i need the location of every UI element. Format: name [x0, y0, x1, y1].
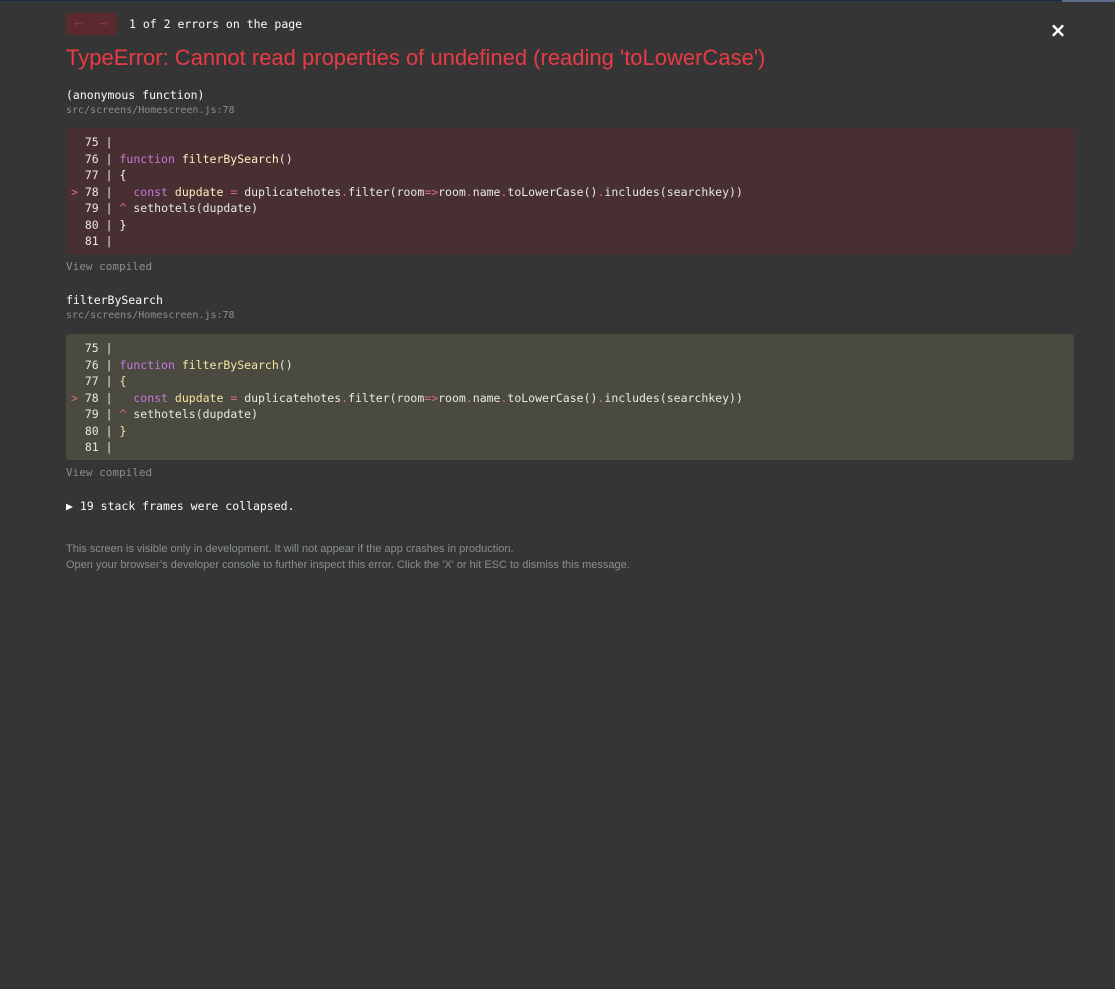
top-border-accent	[1062, 0, 1115, 2]
arrow-left-icon: ←	[73, 17, 84, 30]
line-marker	[71, 341, 85, 355]
error-title: TypeError: Cannot read properties of und…	[66, 45, 766, 70]
line-number: 78	[84, 184, 99, 199]
line-marker	[71, 424, 85, 438]
line-code: }	[119, 217, 127, 232]
stack-frame-file[interactable]: src/screens/Homescreen.js:78	[66, 105, 235, 116]
code-line: 81 |	[66, 233, 1074, 250]
line-code: {	[119, 168, 127, 182]
line-separator: |	[98, 440, 120, 454]
error-navigation: ← → 1 of 2 errors on the page	[66, 13, 302, 35]
line-marker	[71, 440, 85, 454]
line-separator: |	[98, 184, 120, 199]
line-marker	[71, 234, 85, 248]
code-line: 75 |	[66, 134, 1074, 151]
dev-notice-line: This screen is visible only in developme…	[66, 543, 514, 555]
code-line: 81 |	[66, 439, 1074, 456]
code-line: 80 | }	[66, 217, 1074, 234]
line-marker	[71, 358, 85, 372]
line-code: const dupdate = duplicatehotes.filter(ro…	[133, 184, 743, 199]
line-number: 81	[84, 440, 99, 454]
line-code: const dupdate = duplicatehotes.filter(ro…	[133, 390, 743, 405]
line-number: 76	[84, 151, 99, 166]
nav-button-group: ← →	[66, 13, 117, 35]
view-compiled-link[interactable]: View compiled	[66, 260, 152, 273]
line-separator: |	[98, 423, 120, 438]
line-code: function filterBySearch()	[119, 357, 293, 372]
line-code: ^ sethotels(dupdate)	[119, 201, 259, 215]
line-marker	[71, 168, 85, 182]
line-code: }	[119, 423, 127, 438]
code-line: 79 | ^ sethotels(dupdate)	[66, 200, 1074, 217]
close-icon: ×	[1049, 18, 1067, 42]
line-separator: |	[98, 135, 120, 149]
close-button[interactable]: ×	[1048, 19, 1068, 41]
stack-frame-name: filterBySearch	[66, 293, 163, 307]
view-compiled-link[interactable]: View compiled	[66, 466, 152, 479]
line-separator: |	[98, 407, 120, 421]
line-marker	[71, 135, 85, 149]
error-counter: 1 of 2 errors on the page	[129, 17, 303, 31]
line-number: 77	[84, 374, 99, 388]
line-separator: |	[98, 341, 120, 355]
line-code: {	[119, 374, 127, 388]
line-number: 75	[84, 135, 99, 149]
top-border	[0, 0, 1062, 1]
line-separator: |	[98, 390, 120, 405]
line-number: 77	[84, 168, 99, 182]
stack-frame-name: (anonymous function)	[66, 88, 205, 102]
line-separator: |	[98, 217, 120, 232]
previous-error-button[interactable]: ←	[66, 13, 91, 35]
line-separator: |	[98, 357, 120, 372]
collapsed-frames-toggle[interactable]: ▶ 19 stack frames were collapsed.	[66, 499, 295, 513]
line-number: 81	[84, 234, 99, 248]
next-error-button[interactable]: →	[91, 13, 116, 35]
code-line: 75 |	[66, 340, 1074, 357]
dev-notice-line: Open your browser’s developer console to…	[66, 559, 630, 571]
code-line: > 78 | const dupdate = duplicatehotes.fi…	[66, 184, 1074, 201]
code-snippet: 75 | 76 | function filterBySearch() 77 |…	[66, 334, 1074, 460]
line-number: 80	[84, 217, 99, 232]
line-code: ^ sethotels(dupdate)	[119, 407, 259, 421]
stack-frame-file[interactable]: src/screens/Homescreen.js:78	[66, 310, 235, 321]
code-line: 76 | function filterBySearch()	[66, 357, 1074, 374]
line-marker	[71, 201, 85, 215]
line-separator: |	[98, 234, 120, 248]
code-line: 79 | ^ sethotels(dupdate)	[66, 406, 1074, 423]
expand-triangle-icon: ▶	[66, 499, 73, 513]
line-marker	[71, 152, 85, 166]
line-code: function filterBySearch()	[119, 151, 293, 166]
line-separator: |	[98, 374, 120, 388]
line-separator: |	[98, 151, 120, 166]
line-marker	[71, 374, 85, 388]
code-line: 77 | {	[66, 373, 1074, 390]
collapsed-frames-text: 19 stack frames were collapsed.	[79, 499, 295, 513]
line-number: 76	[84, 357, 99, 372]
code-line: 77 | {	[66, 167, 1074, 184]
code-snippet: 75 | 76 | function filterBySearch() 77 |…	[66, 128, 1074, 254]
line-separator: |	[98, 168, 120, 182]
line-number: 78	[84, 390, 99, 405]
line-marker: >	[71, 390, 85, 405]
line-marker	[71, 218, 85, 232]
code-line: 80 | }	[66, 423, 1074, 440]
code-line: > 78 | const dupdate = duplicatehotes.fi…	[66, 390, 1074, 407]
dev-notice: This screen is visible only in developme…	[66, 541, 630, 573]
line-separator: |	[98, 201, 120, 215]
line-number: 79	[84, 407, 99, 421]
line-number: 79	[84, 201, 99, 215]
arrow-right-icon: →	[98, 17, 109, 30]
line-number: 75	[84, 341, 99, 355]
line-marker: >	[71, 184, 85, 199]
code-line: 76 | function filterBySearch()	[66, 151, 1074, 168]
line-marker	[71, 407, 85, 421]
line-number: 80	[84, 423, 99, 438]
